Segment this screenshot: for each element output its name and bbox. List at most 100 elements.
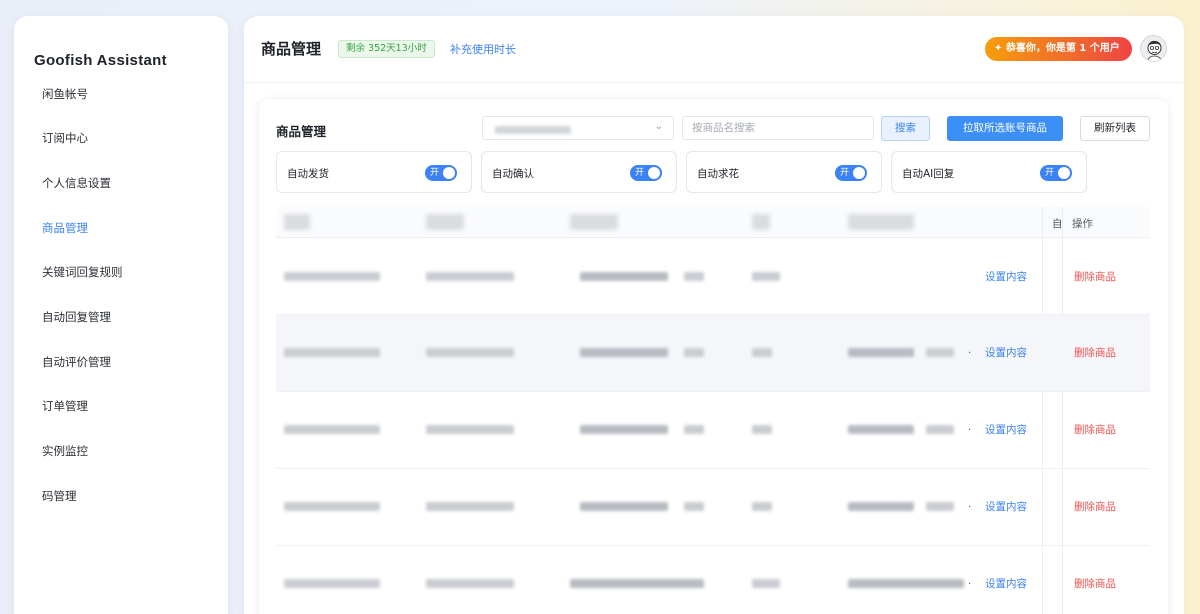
- table-row: . 设置内容 删除商品: [276, 546, 1150, 614]
- redacted-cell: [284, 425, 380, 434]
- toggle-label: 自动发货: [287, 168, 329, 180]
- main-panel: 商品管理 剩余 352天13小时 补充使用时长 ✦ 恭喜你，你是第 1 个用户 …: [244, 16, 1184, 614]
- redacted-cell: [752, 502, 772, 511]
- setup-content-link[interactable]: 设置内容: [985, 422, 1027, 437]
- switch-knob: [443, 167, 455, 179]
- toggle-card-auto-confirm: 自动确认 开: [481, 151, 677, 193]
- table-row: . 设置内容 删除商品: [276, 469, 1150, 546]
- switch-state: 开: [430, 168, 440, 178]
- sidebar-item-product-management[interactable]: 商品管理: [42, 220, 88, 236]
- sidebar-item-profile-settings[interactable]: 个人信息设置: [42, 175, 111, 191]
- redacted-cell: [752, 272, 780, 281]
- redacted-cell: [284, 348, 380, 357]
- column-header-blurred: [284, 214, 310, 230]
- remaining-time-badge: 剩余 352天13小时: [338, 40, 435, 58]
- redacted-cell: [848, 579, 964, 588]
- search-input[interactable]: [682, 116, 874, 140]
- column-header-auto: 自: [1052, 218, 1063, 230]
- setup-content-link[interactable]: 设置内容: [985, 345, 1027, 360]
- delete-product-link[interactable]: 删除商品: [1074, 499, 1116, 514]
- delete-product-link[interactable]: 删除商品: [1074, 269, 1116, 284]
- search-button[interactable]: 搜索: [881, 116, 930, 141]
- auto-confirm-switch[interactable]: 开: [630, 165, 662, 181]
- ellipsis-dot: .: [968, 422, 972, 433]
- ellipsis-dot: .: [968, 499, 972, 510]
- redacted-cell: [284, 502, 380, 511]
- ellipsis-dot: .: [968, 345, 972, 356]
- switch-knob: [648, 167, 660, 179]
- auto-flower-switch[interactable]: 开: [835, 165, 867, 181]
- auto-delivery-switch[interactable]: 开: [425, 165, 457, 181]
- redacted-cell: [684, 348, 704, 357]
- refresh-list-button[interactable]: 刷新列表: [1080, 116, 1150, 141]
- redacted-cell: [752, 425, 772, 434]
- table-row: 设置内容 删除商品: [276, 238, 1150, 315]
- redacted-cell: [848, 348, 914, 357]
- product-table: 自 操作 设置内容 删除商品 . 设置内容 删除商品 . 设置内容 删除商品 .…: [276, 207, 1150, 614]
- switch-knob: [853, 167, 865, 179]
- ellipsis-dot: .: [968, 576, 972, 587]
- delete-product-link[interactable]: 删除商品: [1074, 422, 1116, 437]
- table-header: 自 操作: [276, 207, 1150, 238]
- redacted-cell: [848, 425, 914, 434]
- sidebar: Goofish Assistant 闲鱼帐号 订阅中心 个人信息设置 商品管理 …: [14, 16, 228, 614]
- sidebar-item-subscription[interactable]: 订阅中心: [42, 130, 88, 146]
- switch-state: 开: [840, 168, 850, 178]
- column-header-blurred: [752, 214, 770, 230]
- toggle-label: 自动求花: [697, 168, 739, 180]
- sidebar-item-orders[interactable]: 订单管理: [42, 398, 88, 414]
- redacted-cell: [580, 348, 668, 357]
- switch-state: 开: [1045, 168, 1055, 178]
- toggle-label: 自动AI回复: [902, 168, 955, 180]
- account-select-value: [495, 126, 571, 134]
- sidebar-item-auto-review[interactable]: 自动评价管理: [42, 354, 111, 370]
- redacted-cell: [284, 272, 380, 281]
- setup-content-link[interactable]: 设置内容: [985, 499, 1027, 514]
- redacted-cell: [426, 425, 514, 434]
- redacted-cell: [926, 502, 954, 511]
- redacted-cell: [426, 502, 514, 511]
- toggle-card-auto-delivery: 自动发货 开: [276, 151, 472, 193]
- redacted-cell: [684, 272, 704, 281]
- chevron-down-icon: ⌄: [654, 121, 663, 132]
- product-card: 商品管理 ⌄ 搜索 拉取所选账号商品 刷新列表 自动发货 开 自动确认 开 自动…: [259, 99, 1168, 614]
- page-title: 商品管理: [261, 40, 322, 58]
- delete-product-link[interactable]: 删除商品: [1074, 576, 1116, 591]
- redacted-cell: [580, 272, 668, 281]
- sidebar-item-keyword-reply-rules[interactable]: 关键词回复规则: [42, 264, 123, 280]
- column-header-blurred: [570, 214, 618, 230]
- redacted-cell: [426, 348, 514, 357]
- congrats-badge: ✦ 恭喜你，你是第 1 个用户: [985, 37, 1132, 61]
- auto-ai-reply-switch[interactable]: 开: [1040, 165, 1072, 181]
- redacted-cell: [580, 425, 668, 434]
- setup-content-link[interactable]: 设置内容: [985, 576, 1027, 591]
- redacted-cell: [580, 502, 668, 511]
- renew-usage-link[interactable]: 补充使用时长: [450, 41, 516, 57]
- toggle-card-auto-flower: 自动求花 开: [686, 151, 882, 193]
- setup-content-link[interactable]: 设置内容: [985, 269, 1027, 284]
- redacted-cell: [684, 425, 704, 434]
- redacted-cell: [284, 579, 380, 588]
- sidebar-item-xianyu-account[interactable]: 闲鱼帐号: [42, 86, 88, 102]
- redacted-cell: [426, 579, 514, 588]
- delete-product-link[interactable]: 删除商品: [1074, 345, 1116, 360]
- redacted-cell: [684, 502, 704, 511]
- account-select[interactable]: ⌄: [482, 116, 674, 140]
- fetch-products-button[interactable]: 拉取所选账号商品: [947, 116, 1063, 141]
- sidebar-item-code-management[interactable]: 码管理: [42, 488, 77, 504]
- app-title: Goofish Assistant: [34, 52, 167, 69]
- table-row: . 设置内容 删除商品: [276, 315, 1150, 392]
- table-row: . 设置内容 删除商品: [276, 392, 1150, 469]
- sidebar-item-auto-reply[interactable]: 自动回复管理: [42, 309, 111, 325]
- user-avatar-icon: [1141, 36, 1166, 61]
- redacted-cell: [926, 348, 954, 357]
- avatar[interactable]: [1140, 35, 1167, 62]
- redacted-cell: [926, 425, 954, 434]
- switch-knob: [1058, 167, 1070, 179]
- sidebar-item-instance-monitor[interactable]: 实例监控: [42, 443, 88, 459]
- column-header-operations: 操作: [1072, 218, 1093, 230]
- card-title: 商品管理: [276, 124, 327, 139]
- header-divider: [244, 82, 1184, 83]
- redacted-cell: [752, 348, 772, 357]
- redacted-cell: [570, 579, 704, 588]
